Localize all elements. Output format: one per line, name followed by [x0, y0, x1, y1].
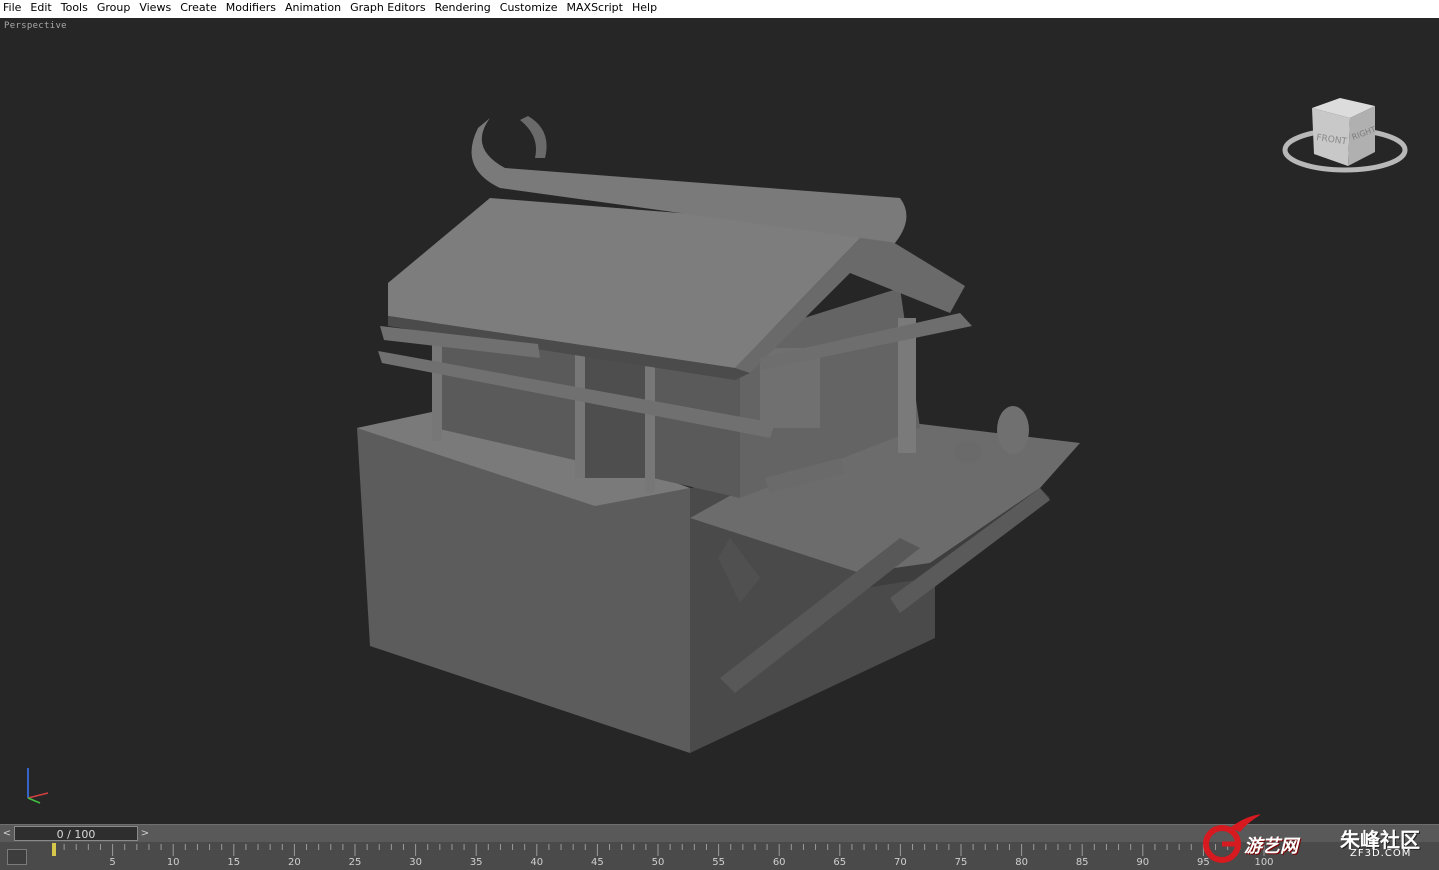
- watermark-url: ZF3D.COM: [1350, 848, 1412, 859]
- watermark-site-a: 游艺网: [1244, 836, 1298, 857]
- menu-group[interactable]: Group: [93, 0, 136, 18]
- frame-tick-label: 65: [833, 857, 847, 868]
- menu-create[interactable]: Create: [176, 0, 222, 18]
- key-filter-button[interactable]: [7, 849, 27, 865]
- menu-help[interactable]: Help: [628, 0, 662, 18]
- frame-tick-label: 90: [1136, 857, 1150, 868]
- frame-tick-label: 60: [772, 857, 786, 868]
- prev-frame-button[interactable]: <: [1, 827, 13, 841]
- menu-file[interactable]: File: [0, 0, 26, 18]
- frame-tick-label: 50: [651, 857, 665, 868]
- frame-tick-label: 30: [409, 857, 422, 868]
- frame-tick-label: 15: [227, 857, 241, 868]
- watermark-logo: 游艺网 朱峰社区 ZF3D.COM: [1200, 808, 1435, 868]
- frame-tick-label: 75: [954, 857, 968, 868]
- vase-pot: [997, 406, 1029, 454]
- axis-tripod-icon: [27, 768, 49, 804]
- frame-tick-label: 10: [166, 857, 180, 868]
- menu-views[interactable]: Views: [135, 0, 176, 18]
- frame-tick-label: 5: [109, 857, 116, 868]
- perspective-viewport[interactable]: Perspective FRONT RIGHT: [0, 18, 1439, 824]
- ruler-ticks: [52, 843, 1265, 856]
- menu-tools[interactable]: Tools: [57, 0, 93, 18]
- menu-bar: File Edit Tools Group Views Create Modif…: [0, 0, 1439, 19]
- menu-modifiers[interactable]: Modifiers: [222, 0, 281, 18]
- next-frame-button[interactable]: >: [139, 827, 151, 841]
- post-3: [645, 348, 655, 493]
- menu-graph-editors[interactable]: Graph Editors: [346, 0, 431, 18]
- doorway: [580, 348, 650, 478]
- frame-tick-label: 20: [288, 857, 301, 868]
- frame-tick-label: 70: [894, 857, 907, 868]
- menu-customize[interactable]: Customize: [496, 0, 563, 18]
- time-slider-thumb[interactable]: 0 / 100: [14, 826, 138, 841]
- scene-mesh[interactable]: [0, 18, 1439, 824]
- menu-edit[interactable]: Edit: [26, 0, 56, 18]
- viewcube[interactable]: FRONT RIGHT: [1280, 78, 1410, 188]
- menu-animation[interactable]: Animation: [281, 0, 346, 18]
- menu-rendering[interactable]: Rendering: [431, 0, 496, 18]
- frame-tick-label: 80: [1015, 857, 1028, 868]
- frame-ruler[interactable]: 5 10 15 20 25 30 35 40 45 50 55 60 65 70 75 80 85 90 95 100: [52, 842, 1274, 870]
- frame-tick-label: 25: [348, 857, 362, 868]
- frame-tick-label: 45: [591, 857, 604, 868]
- frame-tick-label: 55: [712, 857, 725, 868]
- frame-tick-label: 35: [469, 857, 483, 868]
- frame-tick-label: 85: [1075, 857, 1089, 868]
- ridge-horn: [520, 116, 547, 158]
- menu-maxscript[interactable]: MAXScript: [563, 0, 628, 18]
- frame-tick-label: 40: [530, 857, 544, 868]
- small-pot: [954, 441, 982, 463]
- post-2: [575, 336, 585, 478]
